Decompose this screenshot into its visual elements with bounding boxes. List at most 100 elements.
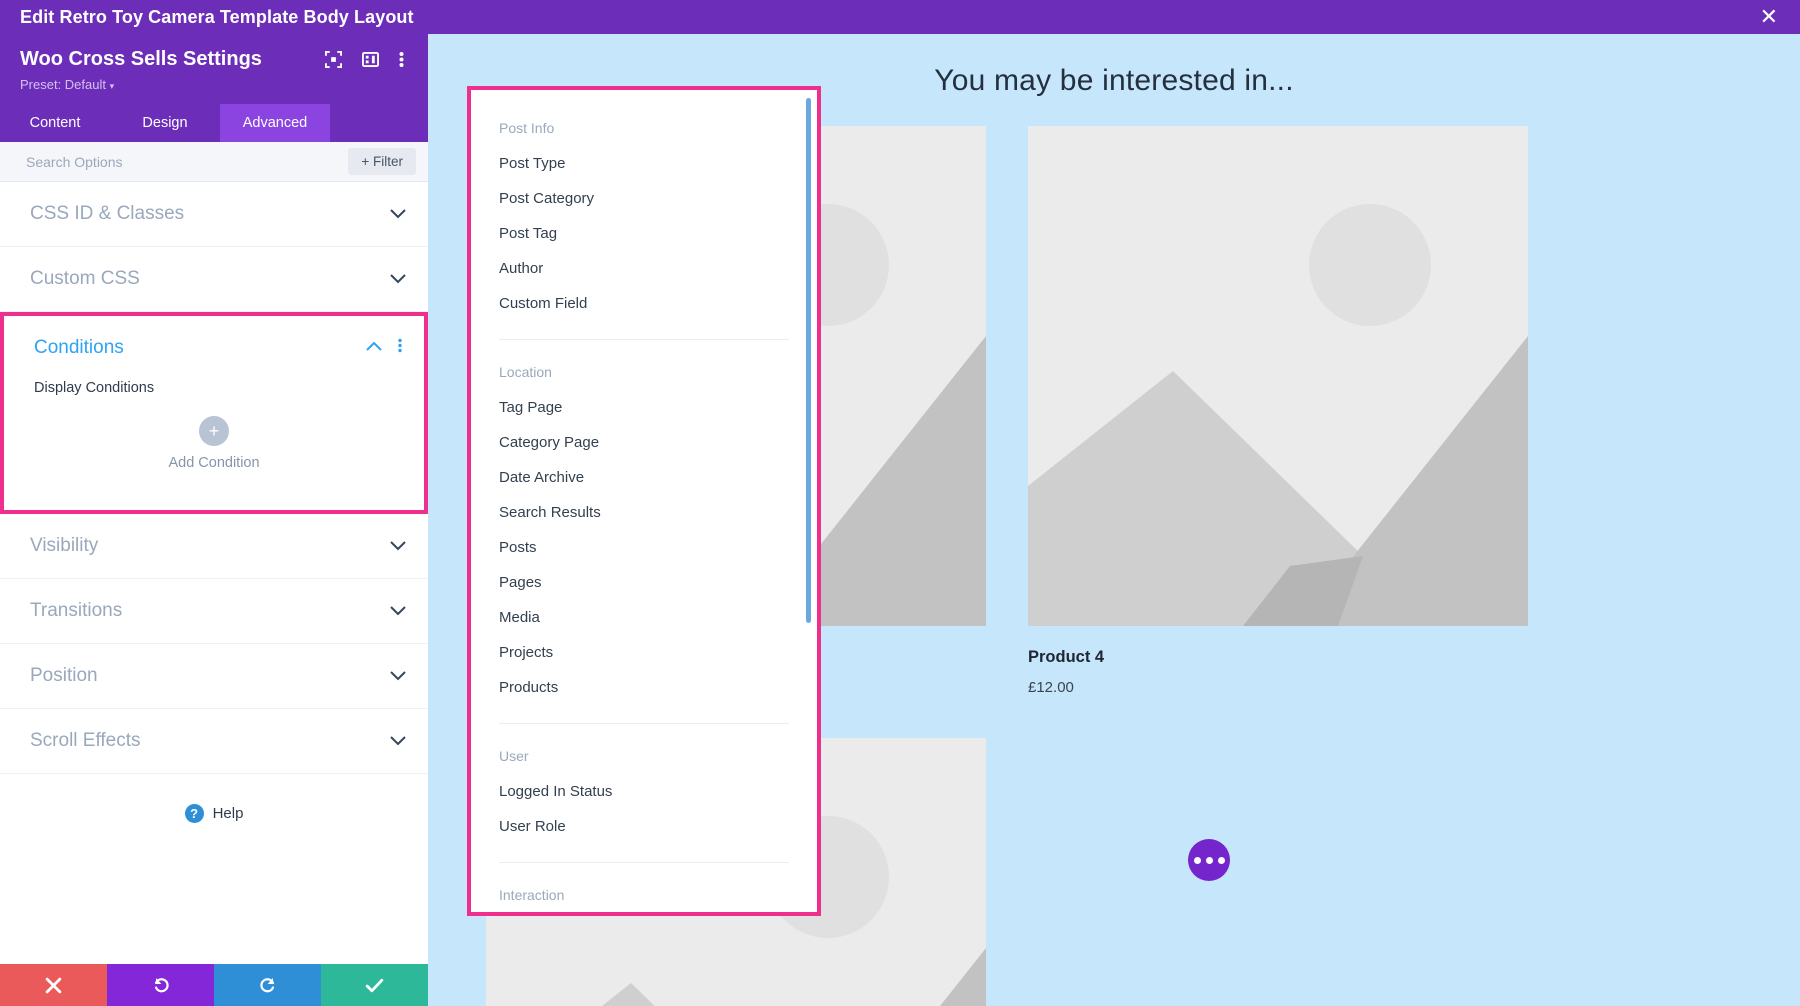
section-label: Visibility [30,535,98,557]
dropdown-group-title: Interaction [471,879,817,912]
undo-icon [152,976,170,994]
preset-label: Preset: Default [20,77,106,92]
dropdown-scrollbar-thumb[interactable] [806,98,811,623]
tab-advanced[interactable]: Advanced [220,104,330,142]
conditions-body: Display Conditions + Add Condition [4,380,424,471]
dropdown-item-post-tag[interactable]: Post Tag [471,216,817,251]
section-label: Transitions [30,600,122,622]
dropdown-item-custom-field[interactable]: Custom Field [471,286,817,321]
dropdown-item-products[interactable]: Products [471,670,817,705]
filter-label: Filter [373,154,403,169]
section-scroll-effects[interactable]: Scroll Effects [0,709,428,774]
cancel-button[interactable] [0,964,107,1006]
save-button[interactable] [321,964,428,1006]
conditions-header[interactable]: Conditions [4,316,424,380]
section-css-id-classes[interactable]: CSS ID & Classes [0,182,428,247]
tab-content[interactable]: Content [0,104,110,142]
dropdown-item-category-page[interactable]: Category Page [471,425,817,460]
more-options-fab[interactable] [1188,839,1230,881]
dropdown-scroll-area: Post Info Post Type Post Category Post T… [471,90,817,912]
dot-icon [1218,857,1225,864]
product-name: Product 4 [1028,648,1528,667]
display-conditions-label: Display Conditions [34,380,394,396]
section-transitions[interactable]: Transitions [0,579,428,644]
settings-panel: Woo Cross Sells Settings [0,34,428,1006]
section-position[interactable]: Position [0,644,428,709]
chevron-down-icon [390,603,406,620]
focus-target-icon[interactable] [325,51,342,68]
dot-icon [1206,857,1213,864]
dropdown-group-interaction: Interaction [471,879,817,912]
more-vertical-icon[interactable] [399,51,404,68]
dropdown-item-date-archive[interactable]: Date Archive [471,460,817,495]
filter-button[interactable]: + Filter [348,148,416,175]
redo-button[interactable] [214,964,321,1006]
dropdown-item-user-role[interactable]: User Role [471,809,817,844]
product-card[interactable]: Product 4 £12.00 [1028,126,1528,696]
chevron-down-icon [390,271,406,288]
settings-panel-header: Woo Cross Sells Settings [0,34,428,104]
help-label: Help [213,805,244,822]
preset-selector[interactable]: Preset: Default ▾ [20,77,410,92]
help-icon: ? [185,804,204,823]
section-conditions: Conditions Display Conditions [0,312,428,514]
dropdown-divider [499,862,789,863]
help-link[interactable]: ? Help [0,774,428,823]
chevron-up-icon[interactable] [366,339,382,357]
dropdown-item-post-category[interactable]: Post Category [471,181,817,216]
close-icon[interactable]: ✕ [1752,4,1786,30]
dropdown-item-search-results[interactable]: Search Results [471,495,817,530]
dropdown-item-posts[interactable]: Posts [471,530,817,565]
dropdown-group-title: User [471,740,817,774]
dropdown-group-title: Location [471,356,817,390]
window-titlebar: Edit Retro Toy Camera Template Body Layo… [0,0,1800,34]
add-condition-control[interactable]: + Add Condition [34,416,394,471]
layout-panel-icon[interactable] [362,51,379,68]
chevron-down-icon [390,668,406,685]
section-visibility[interactable]: Visibility [0,514,428,579]
section-label: Scroll Effects [30,730,141,752]
panel-action-bar [0,964,428,1006]
plus-icon: + [361,154,369,169]
dropdown-item-pages[interactable]: Pages [471,565,817,600]
dropdown-item-tag-page[interactable]: Tag Page [471,390,817,425]
product-image-placeholder [1028,126,1528,626]
product-price: £12.00 [1028,679,1528,696]
chevron-down-icon: ▾ [110,81,115,91]
settings-sections: CSS ID & Classes Custom CSS Conditions [0,182,428,964]
section-label: CSS ID & Classes [30,203,184,225]
settings-tabs: Content Design Advanced [0,104,428,142]
chevron-down-icon [390,538,406,555]
chevron-down-icon [390,733,406,750]
section-custom-css[interactable]: Custom CSS [0,247,428,312]
dropdown-divider [499,723,789,724]
dropdown-group-user: User Logged In Status User Role [471,740,817,844]
conditions-title: Conditions [34,337,124,359]
dropdown-group-title: Post Info [471,112,817,146]
dropdown-item-logged-in-status[interactable]: Logged In Status [471,774,817,809]
window-title: Edit Retro Toy Camera Template Body Layo… [20,7,414,28]
search-input[interactable] [26,154,348,170]
dropdown-item-projects[interactable]: Projects [471,635,817,670]
placeholder-mountain-icon [1028,126,1528,626]
tab-design[interactable]: Design [110,104,220,142]
check-icon [365,976,384,995]
add-condition-label: Add Condition [168,455,259,471]
redo-icon [259,976,277,994]
section-label: Position [30,665,98,687]
dropdown-group-post-info: Post Info Post Type Post Category Post T… [471,112,817,321]
section-label: Custom CSS [30,268,140,290]
dropdown-group-location: Location Tag Page Category Page Date Arc… [471,356,817,705]
close-icon [45,977,62,994]
undo-button[interactable] [107,964,214,1006]
plus-icon[interactable]: + [199,416,229,446]
dropdown-item-media[interactable]: Media [471,600,817,635]
dropdown-scrollbar-track[interactable] [809,94,814,908]
dropdown-item-author[interactable]: Author [471,251,817,286]
chevron-down-icon [390,206,406,223]
search-bar: + Filter [0,142,428,182]
more-vertical-icon[interactable] [398,338,402,358]
settings-panel-title: Woo Cross Sells Settings [20,48,262,71]
display-conditions-dropdown: Post Info Post Type Post Category Post T… [467,86,821,916]
dropdown-item-post-type[interactable]: Post Type [471,146,817,181]
